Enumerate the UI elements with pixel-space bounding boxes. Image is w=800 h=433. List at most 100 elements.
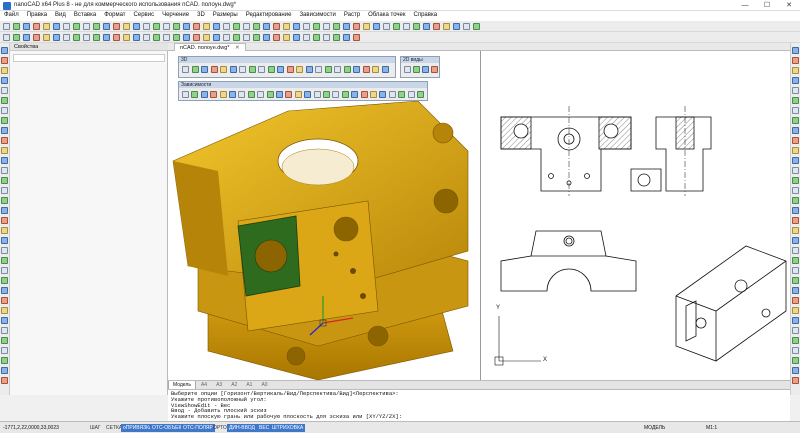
toolbar-button-icon[interactable] — [253, 23, 260, 30]
toolbar-button-icon[interactable] — [203, 34, 210, 41]
toolbar-button-icon[interactable] — [285, 91, 293, 98]
palette-tool-icon[interactable] — [792, 67, 799, 74]
palette-tool-icon[interactable] — [792, 167, 799, 174]
palette-tool-icon[interactable] — [792, 187, 799, 194]
toolbar-button-icon[interactable] — [113, 34, 120, 41]
palette-tool-icon[interactable] — [1, 297, 8, 304]
model-viewport-3d[interactable]: 3D 2D виды Зависимости — [168, 51, 480, 380]
toolbar-button-icon[interactable] — [362, 66, 370, 73]
palette-tool-icon[interactable] — [792, 297, 799, 304]
toolbar-button-icon[interactable] — [123, 34, 130, 41]
toolbar-button-icon[interactable] — [113, 23, 120, 30]
toolbar-button-icon[interactable] — [248, 66, 256, 73]
toolbar-button-icon[interactable] — [183, 23, 190, 30]
menu-3d[interactable]: 3D — [193, 11, 209, 19]
toolbar-button-icon[interactable] — [220, 66, 227, 73]
toolbar-button-icon[interactable] — [383, 23, 390, 30]
toolbar-button-icon[interactable] — [203, 23, 210, 30]
toolbar-button-icon[interactable] — [323, 34, 330, 41]
tab-a3[interactable]: А3 — [212, 381, 226, 389]
palette-tool-icon[interactable] — [792, 47, 799, 54]
toolbar-button-icon[interactable] — [33, 23, 40, 30]
palette-tool-icon[interactable] — [1, 247, 8, 254]
toolbar-button-icon[interactable] — [133, 34, 140, 41]
palette-tool-icon[interactable] — [1, 267, 8, 274]
toolbar-button-icon[interactable] — [413, 66, 420, 73]
toolbar-button-icon[interactable] — [93, 34, 100, 41]
toolbar-button-icon[interactable] — [233, 34, 240, 41]
toolbar-button-icon[interactable] — [398, 91, 406, 98]
toolbar-button-icon[interactable] — [143, 34, 150, 41]
palette-tool-icon[interactable] — [792, 157, 799, 164]
toolbar-button-icon[interactable] — [343, 34, 350, 41]
toolbar-button-icon[interactable] — [23, 23, 30, 30]
palette-tool-icon[interactable] — [792, 277, 799, 284]
palette-tool-icon[interactable] — [792, 237, 799, 244]
toolbar-button-icon[interactable] — [473, 23, 480, 30]
menu-view[interactable]: Вид — [51, 11, 70, 19]
toolbar-button-icon[interactable] — [53, 34, 60, 41]
toolbar-button-icon[interactable] — [153, 23, 160, 30]
palette-tool-icon[interactable] — [792, 267, 799, 274]
toolbar-button-icon[interactable] — [273, 23, 280, 30]
palette-tool-icon[interactable] — [1, 147, 8, 154]
tab-a0[interactable]: А0 — [257, 381, 271, 389]
menu-draw[interactable]: Черчение — [158, 11, 193, 19]
toolbar-button-icon[interactable] — [324, 66, 332, 73]
space-indicator[interactable]: МОДЕЛЬ — [644, 424, 665, 432]
toolbar-button-icon[interactable] — [404, 66, 411, 73]
toolbar-button-icon[interactable] — [273, 34, 280, 41]
toolbar-button-icon[interactable] — [296, 66, 303, 73]
toolbar-button-icon[interactable] — [323, 23, 330, 30]
palette-tool-icon[interactable] — [1, 377, 8, 384]
toolbar-button-icon[interactable] — [73, 23, 80, 30]
palette-tool-icon[interactable] — [1, 67, 8, 74]
toolbar-button-icon[interactable] — [323, 91, 330, 98]
palette-tool-icon[interactable] — [792, 107, 799, 114]
toolbar-button-icon[interactable] — [253, 34, 260, 41]
toolbar-button-icon[interactable] — [103, 34, 110, 41]
tab-a4[interactable]: А4 — [197, 381, 211, 389]
toolbar-button-icon[interactable] — [453, 23, 460, 30]
toolbar-button-icon[interactable] — [223, 34, 230, 41]
toolbar-button-icon[interactable] — [379, 91, 387, 98]
toolbar-button-icon[interactable] — [23, 34, 30, 41]
palette-tool-icon[interactable] — [792, 197, 799, 204]
toolbar-button-icon[interactable] — [243, 34, 250, 41]
toolbar-button-icon[interactable] — [433, 23, 440, 30]
palette-tool-icon[interactable] — [792, 127, 799, 134]
tab-a1[interactable]: А1 — [242, 381, 256, 389]
toolbar-button-icon[interactable] — [73, 34, 80, 41]
palette-tool-icon[interactable] — [792, 317, 799, 324]
toolbar-button-icon[interactable] — [351, 91, 359, 98]
toolbar-button-icon[interactable] — [276, 91, 283, 98]
palette-tool-icon[interactable] — [1, 87, 8, 94]
palette-tool-icon[interactable] — [792, 247, 799, 254]
palette-tool-icon[interactable] — [792, 147, 799, 154]
toolbar-button-icon[interactable] — [143, 23, 150, 30]
toolbar-button-icon[interactable] — [303, 23, 310, 30]
toggle-hatch[interactable]: ШТРИХОВКА — [270, 424, 306, 432]
palette-tool-icon[interactable] — [1, 77, 8, 84]
palette-tool-icon[interactable] — [1, 57, 8, 64]
toolbar-button-icon[interactable] — [417, 91, 424, 98]
toolbar-button-icon[interactable] — [463, 23, 470, 30]
toolbar-button-icon[interactable] — [303, 34, 310, 41]
toolbar-button-icon[interactable] — [258, 66, 265, 73]
toolbar-button-icon[interactable] — [43, 34, 50, 41]
toolbar-button-icon[interactable] — [63, 23, 70, 30]
menu-help[interactable]: Справка — [410, 11, 442, 19]
toolbar-button-icon[interactable] — [373, 23, 380, 30]
toolbar-button-icon[interactable] — [219, 91, 227, 98]
toolbar-button-icon[interactable] — [333, 23, 340, 30]
toolbar-button-icon[interactable] — [388, 91, 396, 98]
palette-tool-icon[interactable] — [792, 227, 799, 234]
toolbar-button-icon[interactable] — [413, 23, 420, 30]
palette-tool-icon[interactable] — [1, 187, 8, 194]
palette-tool-icon[interactable] — [792, 97, 799, 104]
toolbar-button-icon[interactable] — [313, 34, 320, 41]
palette-tool-icon[interactable] — [1, 137, 8, 144]
toolbar-button-icon[interactable] — [173, 23, 180, 30]
menu-format[interactable]: Формат — [100, 11, 129, 19]
toolbar-button-icon[interactable] — [63, 34, 70, 41]
